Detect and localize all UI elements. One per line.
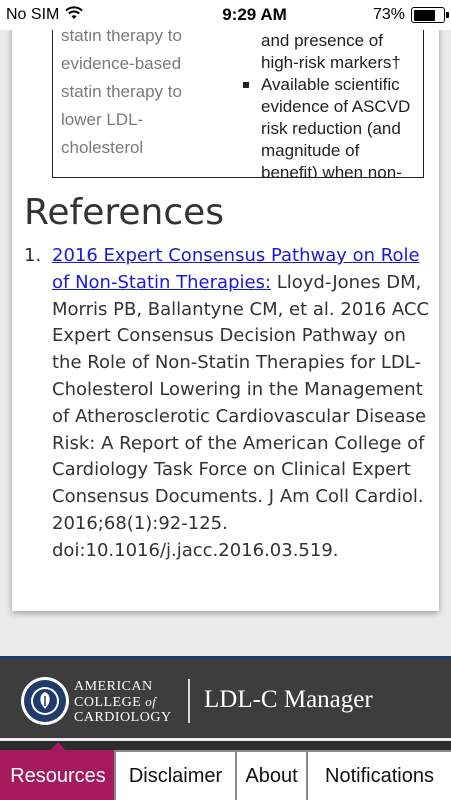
tab-label: Notifications [325, 764, 434, 787]
status-right: 73% [372, 6, 449, 24]
brand-divider [188, 679, 190, 723]
bullet-square-icon [243, 82, 249, 88]
content-card: statin therapy to evidence-based statin … [12, 0, 439, 611]
table-right-line: evidence of ASCVD [261, 97, 411, 116]
brand-banner: AMERICAN COLLEGE of CARDIOLOGY LDL-C Man… [0, 656, 451, 738]
table-left-line: lower LDL- [61, 110, 144, 129]
table-left-column: statin therapy to evidence-based statin … [61, 22, 211, 162]
tab-label: Disclaimer [128, 764, 223, 787]
reference-number: 1. [24, 245, 42, 266]
table-left-line: cholesterol [61, 138, 144, 157]
table-right-column: and presence of high-risk markers† Avail… [243, 30, 423, 178]
battery-fill [413, 9, 435, 21]
wifi-icon [65, 5, 84, 25]
acc-seal-icon [21, 677, 69, 725]
table-bullet-line: Available scientific [261, 75, 400, 94]
table-right-line: magnitude of [261, 141, 360, 160]
reference-citation: Lloyd-Jones DM, Morris PB, Ballantyne CM… [52, 271, 430, 561]
table-left-line: evidence-based [61, 54, 182, 73]
table-right-line: high-risk markers† [261, 53, 401, 72]
acc-word: COLLEGE [74, 695, 142, 710]
table-right-line: benefit) when non- [261, 163, 402, 178]
carrier-label: No SIM [6, 6, 60, 23]
tab-resources[interactable]: Resources [0, 742, 114, 800]
table-left-line: statin therapy to [61, 82, 182, 101]
app-name: LDL-C Manager [204, 686, 373, 713]
tab-label: Resources [10, 764, 106, 787]
acc-line: CARDIOLOGY [74, 710, 172, 725]
reference-item: 2016 Expert Consensus Pathway on Role of… [52, 243, 432, 565]
tab-about[interactable]: About [235, 750, 306, 800]
table-right-line: risk reduction (and [261, 119, 401, 138]
tab-bar: Resources Disclaimer About Notifications [0, 741, 451, 800]
acc-wordmark: AMERICAN COLLEGE of CARDIOLOGY [74, 679, 172, 725]
status-bar: No SIM 9:29 AM 73% [0, 0, 451, 30]
acc-line: COLLEGE of [74, 694, 172, 710]
status-left: No SIM [6, 5, 176, 25]
table-bullet-item: Available scientific [243, 74, 423, 96]
battery-percent: 73% [372, 6, 405, 23]
tab-disclaimer[interactable]: Disclaimer [114, 750, 235, 800]
active-tab-pointer [49, 742, 67, 752]
acc-of: of [145, 694, 157, 709]
acc-line: AMERICAN [74, 679, 153, 694]
status-time: 9:29 AM [222, 5, 287, 24]
tab-label: About [245, 764, 298, 787]
references-heading: References [24, 192, 225, 233]
battery-icon [411, 7, 449, 23]
table-right-line: and presence of [261, 31, 383, 50]
tab-notifications[interactable]: Notifications [306, 750, 451, 800]
